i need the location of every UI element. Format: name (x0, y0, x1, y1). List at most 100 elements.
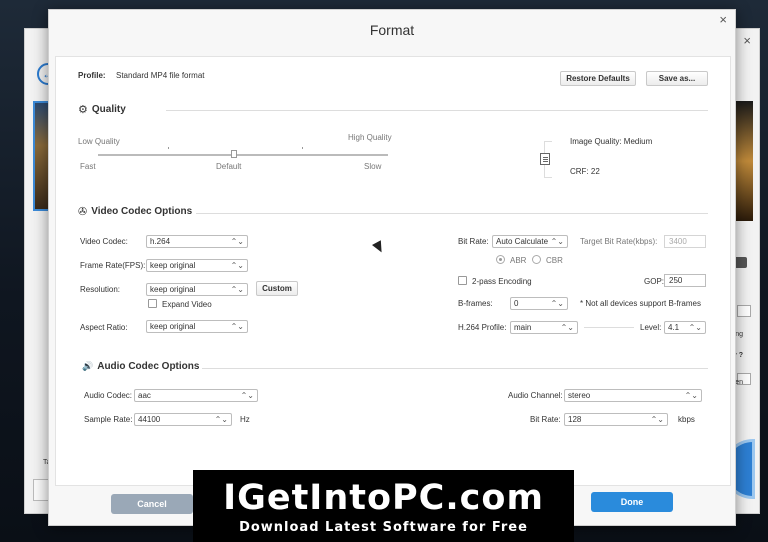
speaker-icon: 🔊 (82, 361, 94, 371)
audio-bitrate-label: Bit Rate: (530, 415, 561, 424)
gop-label: GOP: (644, 277, 665, 286)
audio-bitrate-value: 128 (568, 415, 582, 424)
audio-codec-select[interactable]: aac ⌃⌄ (134, 389, 258, 402)
close-icon[interactable]: × (719, 12, 727, 27)
section-divider (166, 110, 708, 111)
audio-channel-label: Audio Channel: (508, 391, 563, 400)
level-select[interactable]: 4.1 ⌃⌄ (664, 321, 706, 334)
watermark-banner: IGetIntoPC.com Download Latest Software … (193, 470, 574, 542)
aspect-ratio-label: Aspect Ratio: (80, 323, 128, 332)
level-label: Level: (640, 323, 662, 332)
chevron-updown-icon: ⌃⌄ (684, 391, 698, 400)
audio-section-title: 🔊 Audio Codec Options (82, 361, 199, 372)
target-bitrate-label: Target Bit Rate(kbps): (580, 237, 658, 246)
gop-input[interactable]: 250 (664, 274, 706, 287)
resolution-select[interactable]: keep original ⌃⌄ (146, 283, 248, 296)
slider-tick (168, 147, 169, 149)
bracket-line (544, 141, 552, 142)
slow-label: Slow (364, 162, 382, 171)
audio-codec-value: aac (138, 391, 151, 400)
video-section-title: ✇ Video Codec Options (78, 205, 192, 218)
b-frames-select[interactable]: 0 ⌃⌄ (510, 297, 568, 310)
audio-title-text: Audio Codec Options (97, 361, 200, 372)
restore-defaults-button[interactable]: Restore Defaults (560, 71, 636, 86)
chevron-updown-icon: ⌃⌄ (230, 285, 244, 294)
cbr-radio[interactable] (532, 255, 541, 264)
resolution-label: Resolution: (80, 285, 121, 294)
resolution-value: keep original (150, 285, 196, 294)
chevron-updown-icon: ⌃⌄ (560, 323, 574, 332)
two-pass-checkbox[interactable] (458, 276, 467, 285)
chevron-updown-icon: ⌃⌄ (230, 237, 244, 246)
two-pass-label: 2-pass Encoding (472, 277, 532, 286)
dialog-title: Format (369, 22, 415, 38)
gear-icon: ⚙ (78, 104, 88, 116)
save-as-button[interactable]: Save as... (646, 71, 708, 86)
expand-video-label: Expand Video (162, 300, 212, 309)
quality-title-text: Quality (91, 104, 126, 115)
frame-rate-value: keep original (150, 261, 196, 270)
slider-tick (302, 147, 303, 149)
abr-radio[interactable] (496, 255, 505, 264)
h264-profile-value: main (514, 323, 532, 332)
section-divider (196, 213, 708, 214)
chevron-updown-icon: ⌃⌄ (650, 415, 664, 424)
b-frames-note: * Not all devices support B-frames (580, 299, 701, 308)
profile-label: Profile: (78, 71, 106, 80)
level-value: 4.1 (668, 323, 680, 332)
document-icon (540, 153, 550, 165)
audio-bitrate-select[interactable]: 128 ⌃⌄ (564, 413, 668, 426)
image-quality-label: Image Quality: Medium (570, 137, 653, 146)
custom-resolution-button[interactable]: Custom (256, 281, 298, 296)
video-codec-select[interactable]: h.264 ⌃⌄ (146, 235, 248, 248)
chevron-updown-icon: ⌃⌄ (230, 261, 244, 270)
kbps-unit-label: kbps (678, 415, 695, 424)
frame-rate-label: Frame Rate(FPS): (80, 261, 146, 270)
sample-rate-label: Sample Rate: (84, 415, 133, 424)
aspect-ratio-value: keep original (150, 322, 196, 331)
chevron-updown-icon: ⌃⌄ (230, 322, 244, 331)
default-label: Default (216, 162, 242, 171)
section-divider (202, 368, 708, 369)
quality-slider-track[interactable] (98, 154, 388, 156)
frame-rate-select[interactable]: keep original ⌃⌄ (146, 259, 248, 272)
quality-section-title: ⚙ Quality (78, 103, 126, 116)
expand-video-checkbox[interactable] (148, 299, 157, 308)
b-frames-value: 0 (514, 299, 519, 308)
quality-slider-thumb[interactable] (231, 150, 237, 158)
background-button[interactable] (737, 305, 751, 317)
aspect-ratio-select[interactable]: keep original ⌃⌄ (146, 320, 248, 333)
cancel-button[interactable]: Cancel (111, 494, 193, 514)
background-close-icon[interactable]: × (743, 33, 751, 48)
high-quality-label: High Quality (348, 133, 392, 142)
hz-unit-label: Hz (240, 415, 250, 424)
format-dialog: Format × Profile: Standard MP4 file form… (48, 9, 736, 526)
audio-codec-label: Audio Codec: (84, 391, 133, 400)
chevron-updown-icon: ⌃⌄ (214, 415, 228, 424)
background-text-fragment: en (735, 379, 743, 386)
audio-channel-value: stereo (568, 391, 591, 400)
sample-rate-select[interactable]: 44100 ⌃⌄ (134, 413, 232, 426)
low-quality-label: Low Quality (78, 137, 120, 146)
h264-profile-label: H.264 Profile: (458, 323, 507, 332)
audio-channel-select[interactable]: stereo ⌃⌄ (564, 389, 702, 402)
crf-label: CRF: 22 (570, 167, 600, 176)
abr-label: ABR (510, 256, 527, 265)
film-reel-icon: ✇ (78, 206, 88, 218)
chevron-updown-icon: ⌃⌄ (688, 323, 702, 332)
video-bitrate-value: Auto Calculate (496, 237, 549, 246)
dialog-body: Profile: Standard MP4 file format Restor… (55, 56, 731, 486)
b-frames-label: B-frames: (458, 299, 493, 308)
video-bitrate-label: Bit Rate: (458, 237, 489, 246)
video-bitrate-select[interactable]: Auto Calculate ⌃⌄ (492, 235, 568, 248)
watermark-tagline: Download Latest Software for Free (239, 519, 528, 535)
video-title-text: Video Codec Options (91, 206, 193, 217)
profile-value: Standard MP4 file format (116, 71, 205, 80)
bracket-line (544, 177, 552, 178)
fast-label: Fast (80, 162, 96, 171)
target-bitrate-input[interactable]: 3400 (664, 235, 706, 248)
chevron-updown-icon: ⌃⌄ (240, 391, 254, 400)
h264-profile-select[interactable]: main ⌃⌄ (510, 321, 578, 334)
chevron-updown-icon: ⌃⌄ (550, 237, 564, 246)
done-button[interactable]: Done (591, 492, 673, 512)
